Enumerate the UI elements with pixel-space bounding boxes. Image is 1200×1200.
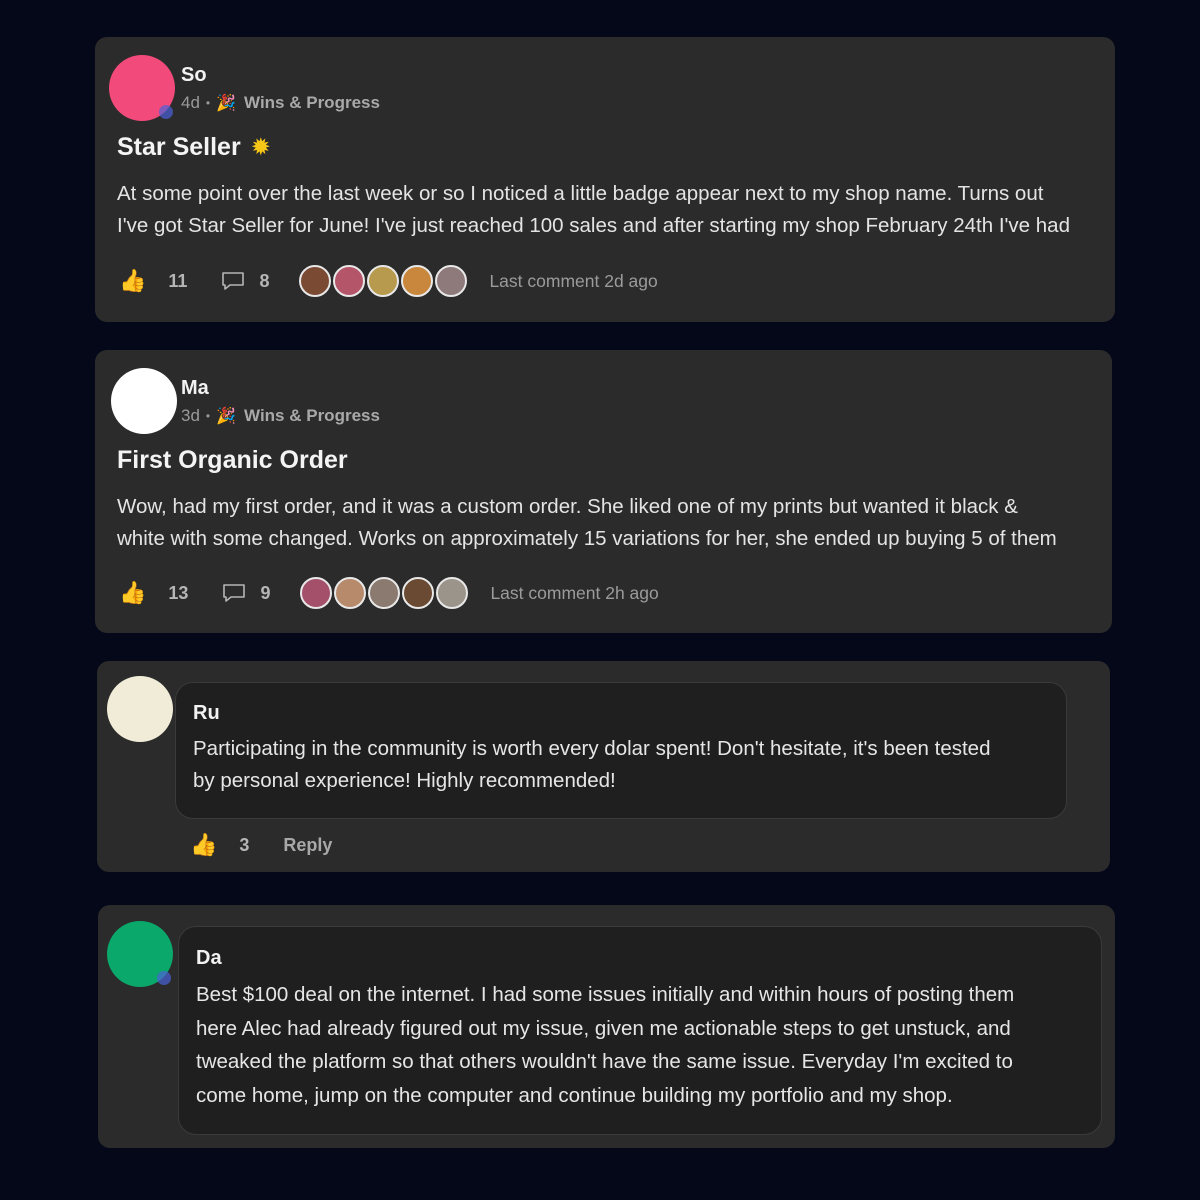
comment-text-line: tweaked the platform so that others woul… bbox=[196, 1050, 1013, 1073]
like-count: 13 bbox=[168, 582, 189, 603]
party-popper-icon: 🎉 bbox=[216, 95, 237, 112]
post-title[interactable]: Star Seller ✹ bbox=[117, 133, 271, 162]
commenter-avatar[interactable] bbox=[299, 265, 332, 297]
separator-dot: • bbox=[205, 96, 211, 110]
post-age: 4d bbox=[181, 93, 200, 112]
comment-text-line: Participating in the community is worth … bbox=[193, 737, 991, 760]
last-comment-time: Last comment 2h ago bbox=[490, 582, 659, 603]
post-footer: 👍 11 8 Last comment 2d ago bbox=[119, 265, 658, 297]
post-body: Wow, had my first order, and it was a cu… bbox=[117, 491, 1107, 555]
post-body-line: At some point over the last week or so I… bbox=[117, 182, 1044, 205]
avatar[interactable] bbox=[111, 368, 177, 434]
commenter-avatar[interactable] bbox=[368, 577, 401, 609]
comment-text-line: Best $100 deal on the internet. I had so… bbox=[196, 983, 1015, 1006]
avatar[interactable] bbox=[107, 676, 173, 742]
post-age: 3d bbox=[181, 406, 200, 425]
avatar[interactable] bbox=[109, 55, 175, 121]
post-author[interactable]: Ma bbox=[181, 377, 209, 400]
commenter-avatar[interactable] bbox=[300, 577, 333, 609]
online-indicator-icon bbox=[157, 971, 171, 985]
commenter-avatar[interactable] bbox=[435, 265, 468, 297]
post-meta: 3d • 🎉 Wins & Progress bbox=[181, 406, 380, 426]
post-card-star-seller[interactable]: So 4d • 🎉 Wins & Progress Star Seller ✹ … bbox=[95, 37, 1115, 322]
comment-icon[interactable] bbox=[221, 271, 245, 291]
comment-card-da: Da Best $100 deal on the internet. I had… bbox=[98, 905, 1115, 1148]
like-icon[interactable]: 👍 bbox=[119, 582, 146, 604]
post-footer: 👍 13 9 Last comment 2h ago bbox=[119, 577, 659, 609]
comment-text: Participating in the community is worth … bbox=[193, 733, 1053, 797]
post-author[interactable]: So bbox=[181, 64, 207, 87]
post-title[interactable]: First Organic Order bbox=[117, 446, 348, 475]
post-title-text[interactable]: First Organic Order bbox=[117, 446, 348, 475]
post-category[interactable]: Wins & Progress bbox=[244, 406, 380, 426]
comment-count: 9 bbox=[260, 582, 271, 603]
post-meta: 4d • 🎉 Wins & Progress bbox=[181, 93, 380, 113]
party-popper-icon: 🎉 bbox=[216, 408, 237, 425]
post-body-line: I've got Star Seller for June! I've just… bbox=[117, 214, 1070, 237]
commenter-avatar[interactable] bbox=[367, 265, 400, 297]
comment-count: 8 bbox=[259, 270, 270, 291]
comment-text-line: by personal experience! Highly recommend… bbox=[193, 769, 616, 792]
post-card-first-organic-order[interactable]: Ma 3d • 🎉 Wins & Progress First Organic … bbox=[95, 350, 1112, 633]
sun-icon: ✹ bbox=[250, 134, 271, 161]
comment-card-ru: Ru Participating in the community is wor… bbox=[97, 661, 1110, 872]
online-indicator-icon bbox=[159, 105, 173, 119]
commenter-avatars[interactable] bbox=[299, 265, 469, 297]
post-body-line: white with some changed. Works on approx… bbox=[117, 527, 1057, 550]
comment-text-line: here Alec had already figured out my iss… bbox=[196, 1016, 1011, 1040]
post-category[interactable]: Wins & Progress bbox=[244, 93, 380, 113]
separator-dot: • bbox=[205, 409, 211, 423]
like-icon[interactable]: 👍 bbox=[190, 834, 217, 856]
like-count: 3 bbox=[239, 834, 250, 855]
comment-icon[interactable] bbox=[222, 583, 246, 603]
commenter-avatars[interactable] bbox=[300, 577, 470, 609]
comment-text: Best $100 deal on the internet. I had so… bbox=[196, 978, 1096, 1112]
like-icon[interactable]: 👍 bbox=[119, 270, 146, 292]
reply-button[interactable]: Reply bbox=[283, 835, 332, 856]
commenter-avatar[interactable] bbox=[436, 577, 469, 609]
post-title-text[interactable]: Star Seller bbox=[117, 133, 241, 162]
post-body: At some point over the last week or so I… bbox=[117, 178, 1107, 242]
comment-footer: 👍 3 Reply bbox=[190, 834, 332, 856]
comment-author[interactable]: Ru bbox=[193, 702, 220, 725]
commenter-avatar[interactable] bbox=[333, 265, 366, 297]
commenter-avatar[interactable] bbox=[402, 577, 435, 609]
last-comment-time: Last comment 2d ago bbox=[489, 270, 658, 291]
comment-author[interactable]: Da bbox=[196, 947, 222, 970]
commenter-avatar[interactable] bbox=[334, 577, 367, 609]
comment-text-line: come home, jump on the computer and cont… bbox=[196, 1083, 953, 1107]
avatar[interactable] bbox=[107, 921, 173, 987]
commenter-avatar[interactable] bbox=[401, 265, 434, 297]
like-count: 11 bbox=[168, 270, 188, 291]
post-body-line: Wow, had my first order, and it was a cu… bbox=[117, 495, 1018, 518]
